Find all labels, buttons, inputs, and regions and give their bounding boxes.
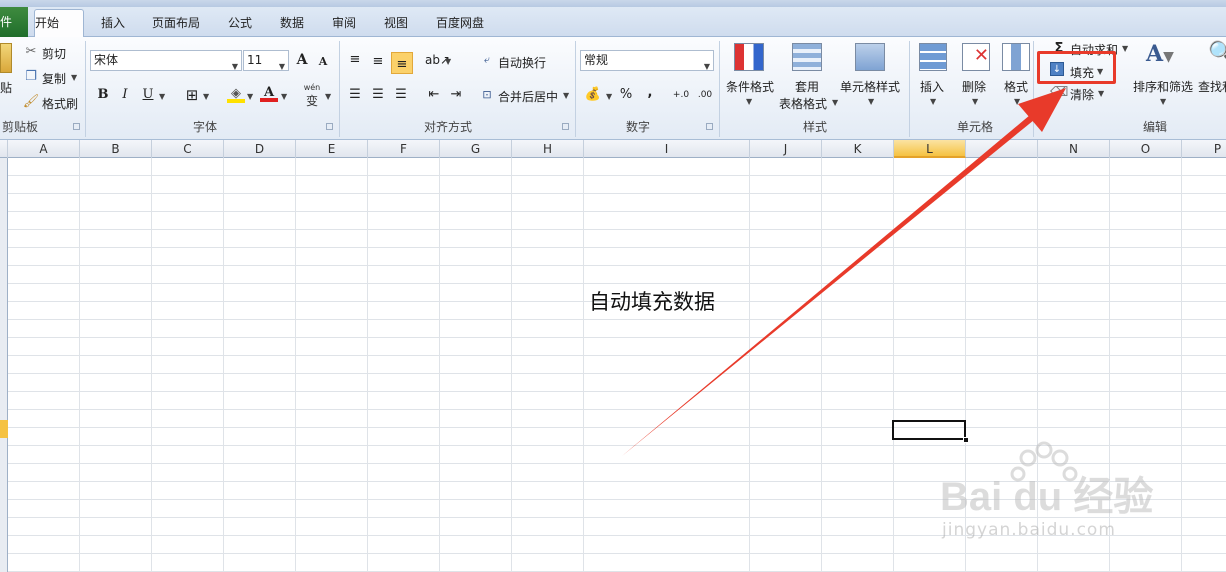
baidu-watermark: Bai du 经验 jingyan.baidu.com (940, 436, 1170, 546)
watermark-url: jingyan.baidu.com (942, 520, 1116, 540)
watermark-brand: Bai du 经验 (940, 475, 1154, 519)
arrow-shaft (622, 115, 1034, 456)
